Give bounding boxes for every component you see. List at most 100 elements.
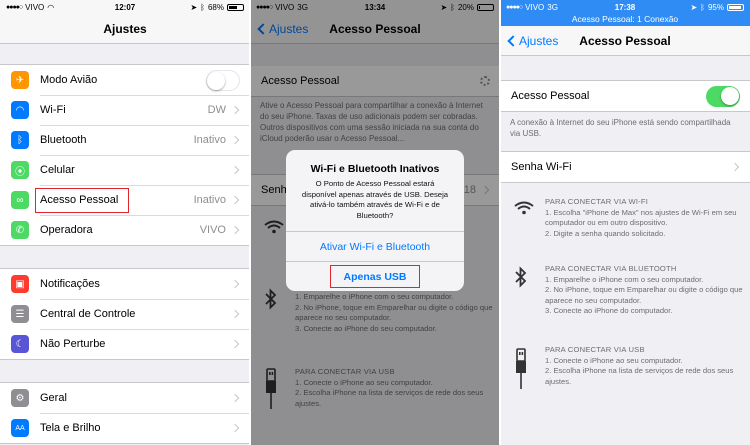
settings-row-label: Não Perturbe <box>40 338 106 350</box>
chevron-right-icon <box>230 279 240 289</box>
bluetooth-status-icon: ᛒ <box>700 2 705 12</box>
signal-icon: ●●●●○ <box>506 3 523 11</box>
bluetooth-icon <box>514 266 532 293</box>
settings-row-notificacoes[interactable]: ▣ Notificações <box>0 269 250 299</box>
signal-icon: ●●●●○ <box>6 3 23 11</box>
panel-divider <box>249 0 251 445</box>
enable-wifi-bluetooth-button[interactable]: Ativar Wi-Fi e Bluetooth <box>286 231 464 261</box>
bluetooth-status-icon: ᛒ <box>200 2 205 12</box>
battery-percent: 68% <box>207 2 224 12</box>
wifi-password-row[interactable]: Senha Wi-Fi <box>500 152 750 182</box>
antenna-icon: ⦿ <box>11 161 29 179</box>
personal-hotspot-screen-active: ●●●●○ VIVO 3G 17:38 ➤ ᛒ 95% Acesso Pessoal: … <box>500 0 750 445</box>
chevron-right-icon <box>230 309 240 319</box>
nav-bar: Ajustes Acesso Pessoal <box>500 26 750 56</box>
wifi-icon <box>514 201 534 220</box>
settings-row-label: Central de Controle <box>40 308 136 320</box>
settings-row-label: Operadora <box>40 224 93 236</box>
instruction-step: 2. Digite a senha quando solicitado. <box>545 228 666 238</box>
status-bar: ●●●●○ VIVO 3G 17:38 ➤ ᛒ 95% <box>500 0 750 14</box>
chevron-right-icon <box>230 135 240 145</box>
instruction-step: 2. Escolha iPhone na lista de serviços d… <box>545 366 734 386</box>
status-bar: ●●●●○ VIVO ◠ 12:07 ➤ ᛒ 68% <box>0 0 250 14</box>
settings-row-wi-fi[interactable]: ◠ Wi-Fi DW <box>0 95 250 125</box>
hotspot-group: Acesso Pessoal <box>500 80 750 112</box>
settings-group-connectivity: ✈ Modo Avião ◠ Wi-Fi DW ᛒ Bluetooth Inativo ⦿ Cel… <box>0 64 250 246</box>
instruction-step: 2. No iPhone, toque em Emparelhar ou dig… <box>545 285 743 305</box>
settings-row-label: Modo Avião <box>40 74 98 86</box>
phone-icon: ✆ <box>11 221 29 239</box>
nav-bar: Ajustes <box>0 14 250 44</box>
chevron-left-icon <box>507 35 519 47</box>
wifi-icon: ◠ <box>11 101 29 119</box>
settings-row-tela-e-brilho[interactable]: AA Tela e Brilho <box>0 413 250 443</box>
hotspot-icon: ∞ <box>11 191 29 209</box>
instruction-step: 3. Conecte ao iPhone do computador. <box>545 306 673 315</box>
settings-screen: ●●●●○ VIVO ◠ 12:07 ➤ ᛒ 68% Ajustes ✈ Modo Avi… <box>0 0 250 445</box>
password-label: Senha Wi-Fi <box>511 161 572 173</box>
settings-row-geral[interactable]: ⚙ Geral <box>0 383 250 413</box>
battery-icon <box>227 3 244 11</box>
chevron-right-icon <box>230 195 240 205</box>
chevron-right-icon <box>230 393 240 403</box>
chevron-right-icon <box>730 162 740 172</box>
brightness-icon: AA <box>11 419 29 437</box>
settings-row-value: DW <box>207 104 226 116</box>
settings-row-value: VIVO <box>199 224 226 236</box>
settings-row-modo-aviao[interactable]: ✈ Modo Avião <box>0 65 250 95</box>
page-title: Ajustes <box>103 21 147 36</box>
highlight-usb-only <box>330 265 420 288</box>
settings-row-operadora[interactable]: ✆ Operadora VIVO <box>0 215 250 245</box>
alert-title: Wi-Fi e Bluetooth Inativos <box>310 163 440 175</box>
usb-heading: PARA CONECTAR VIA USB <box>545 345 645 354</box>
settings-row-label: Tela e Brilho <box>40 422 101 434</box>
usb-icon <box>514 347 532 396</box>
wifi-heading: PARA CONECTAR VIA WI-FI <box>545 197 649 206</box>
alert-dialog: Wi-Fi e Bluetooth Inativos O Ponto de Ac… <box>286 150 464 291</box>
location-icon: ➤ <box>190 2 198 12</box>
hotspot-row: Acesso Pessoal <box>500 81 750 111</box>
settings-row-central-de-controle[interactable]: ☰ Central de Controle <box>0 299 250 329</box>
settings-row-label: Notificações <box>40 278 100 290</box>
hotspot-description: A conexão à Internet do seu iPhone está … <box>510 118 731 138</box>
password-group: Senha Wi-Fi <box>500 151 750 183</box>
settings-row-label: Celular <box>40 164 75 176</box>
wifi-status-icon: ◠ <box>47 2 55 12</box>
hotspot-connection-banner[interactable]: Acesso Pessoal: 1 Conexão <box>500 14 750 26</box>
settings-row-value: Inativo <box>193 134 226 146</box>
notifications-icon: ▣ <box>11 275 29 293</box>
chevron-right-icon <box>230 165 240 175</box>
usb-steps: PARA CONECTAR VIA USB 1. Conecte o iPhon… <box>545 345 744 387</box>
battery-icon <box>727 3 744 11</box>
bluetooth-icon: ᛒ <box>11 131 29 149</box>
wifi-steps: PARA CONECTAR VIA WI-FI 1. Escolha "iPho… <box>545 197 744 239</box>
settings-row-label: Wi-Fi <box>40 104 66 116</box>
airplane-mode-toggle[interactable] <box>206 69 240 91</box>
chevron-right-icon <box>230 105 240 115</box>
bluetooth-steps: PARA CONECTAR VIA BLUETOOTH 1. Emparelhe… <box>545 264 744 317</box>
chevron-right-icon <box>230 339 240 349</box>
carrier-label: VIVO <box>525 2 545 12</box>
chevron-right-icon <box>230 225 240 235</box>
location-icon: ➤ <box>690 2 698 12</box>
settings-group-general: ⚙ Geral AA Tela e Brilho <box>0 382 250 444</box>
settings-row-label: Geral <box>40 392 67 404</box>
settings-row-nao-perturbe[interactable]: ☾ Não Perturbe <box>0 329 250 359</box>
instruction-step: 1. Conecte o iPhone ao seu computador. <box>545 355 683 365</box>
chevron-right-icon <box>230 423 240 433</box>
back-button[interactable]: Ajustes <box>506 26 558 56</box>
settings-group-notifications: ▣ Notificações ☰ Central de Controle ☾ Não Pe… <box>0 268 250 360</box>
settings-row-celular[interactable]: ⦿ Celular <box>0 155 250 185</box>
instruction-step: 1. Emparelhe o iPhone com o seu computad… <box>545 274 704 284</box>
usb-only-button[interactable]: Apenas USB <box>286 261 464 291</box>
battery-percent: 95% <box>707 2 724 12</box>
settings-row-bluetooth[interactable]: ᛒ Bluetooth Inativo <box>0 125 250 155</box>
gear-icon: ⚙ <box>11 389 29 407</box>
instruction-step: 1. Escolha "iPhone de Max" nos ajustes d… <box>545 207 737 228</box>
control-center-icon: ☰ <box>11 305 29 323</box>
settings-row-label: Bluetooth <box>40 134 87 146</box>
page-title: Acesso Pessoal <box>579 33 671 48</box>
panel-divider <box>499 0 501 445</box>
hotspot-toggle[interactable] <box>706 85 740 107</box>
hotspot-label: Acesso Pessoal <box>511 90 590 102</box>
